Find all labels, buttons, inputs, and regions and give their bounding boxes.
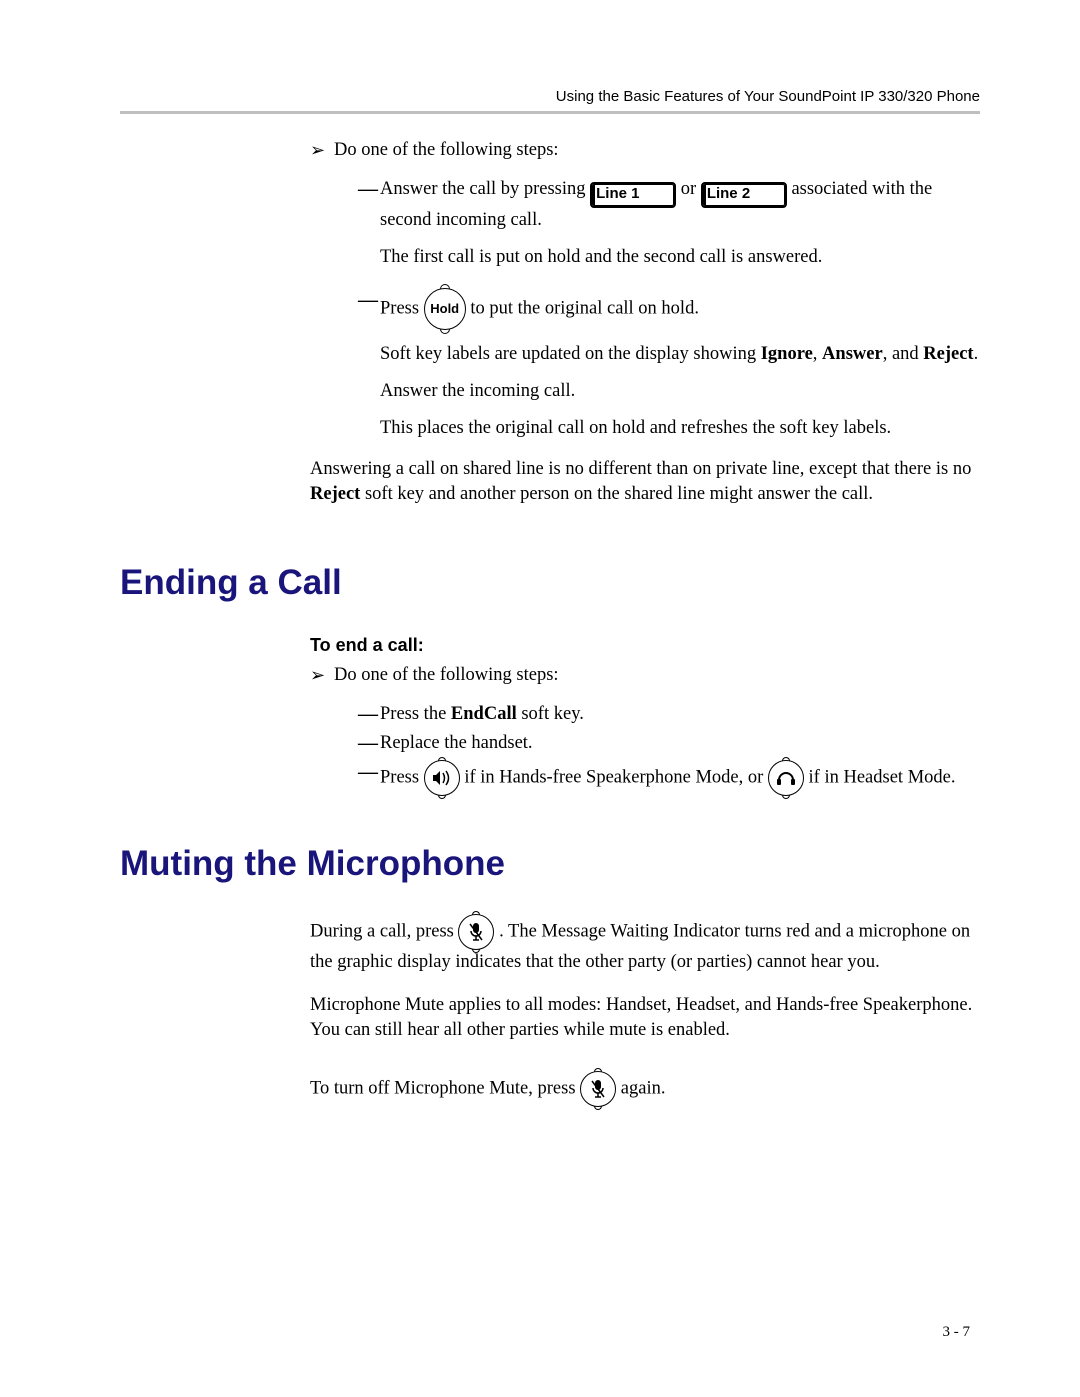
step-intro: Do one of the following steps:	[334, 138, 980, 163]
opt1-prefix: Press the	[380, 704, 451, 724]
opt3-prefix: Press	[380, 767, 424, 787]
hold-button-icon: Hold	[424, 288, 466, 330]
shared-line-p1: Answering a call on shared line is no di…	[310, 459, 971, 479]
step-row: ➢ Do one of the following steps:	[310, 663, 980, 688]
answer-prefix: Answer the call by pressing	[380, 179, 590, 199]
answer-label: Answer	[822, 344, 883, 364]
dash-icon: —	[358, 177, 380, 233]
or-word: or	[681, 179, 701, 199]
endcall-label: EndCall	[451, 704, 517, 724]
chevron-icon: ➢	[310, 138, 334, 163]
places-hold: This places the original call on hold an…	[380, 416, 980, 441]
chevron-icon: ➢	[310, 663, 334, 688]
opt3-suffix: if in Headset Mode.	[809, 767, 956, 787]
press-word: Press	[380, 298, 424, 318]
option-text: Press if in Hands-free Speakerphone Mode…	[380, 760, 980, 796]
ignore-label: Ignore	[761, 344, 813, 364]
first-call-hold: The first call is put on hold and the se…	[380, 245, 980, 270]
muting-p3: To turn off Microphone Mute, press again…	[310, 1071, 980, 1107]
softkey-update: Soft key labels are updated on the displ…	[380, 342, 980, 367]
muting-p1: During a call, press . The Message Waiti…	[310, 914, 980, 975]
option-row: — Press Hold to put the original call on…	[358, 288, 980, 330]
period: .	[974, 344, 979, 364]
mute-icon	[458, 914, 494, 950]
option-row: — Press the EndCall soft key.	[358, 702, 980, 727]
option-row: — Answer the call by pressing Line 1 or …	[358, 177, 980, 233]
option-text: Answer the call by pressing Line 1 or Li…	[380, 177, 980, 233]
reject-label-2: Reject	[310, 484, 360, 504]
step-row: ➢ Do one of the following steps:	[310, 138, 980, 163]
muting-p2: Microphone Mute applies to all modes: Ha…	[310, 993, 980, 1043]
opt3-mid: if in Hands-free Speakerphone Mode, or	[464, 767, 768, 787]
dash-icon: —	[358, 760, 380, 796]
option-text: Press the EndCall soft key.	[380, 702, 980, 727]
shared-line-p2: soft key and another person on the share…	[360, 484, 873, 504]
heading-muting: Muting the Microphone	[120, 844, 980, 884]
and-word: , and	[883, 344, 924, 364]
line1-key-icon: Line 1	[590, 182, 676, 208]
line2-key-icon: Line 2	[701, 182, 787, 208]
reject-label: Reject	[923, 344, 973, 364]
header-rule	[120, 111, 980, 114]
option-row: — Replace the handset.	[358, 731, 980, 756]
opt1-suffix: soft key.	[517, 704, 584, 724]
subhead-end-call: To end a call:	[310, 633, 980, 657]
muting-p3-suffix: again.	[621, 1078, 666, 1098]
speakerphone-icon	[424, 760, 460, 796]
page-header: Using the Basic Features of Your SoundPo…	[120, 88, 980, 105]
dash-icon: —	[358, 702, 380, 727]
mute-icon	[580, 1071, 616, 1107]
option-text: Replace the handset.	[380, 731, 980, 756]
shared-line-note: Answering a call on shared line is no di…	[310, 457, 980, 507]
headset-icon	[768, 760, 804, 796]
step-intro: Do one of the following steps:	[334, 663, 980, 688]
muting-p3-prefix: To turn off Microphone Mute, press	[310, 1078, 580, 1098]
answer-incoming: Answer the incoming call.	[380, 379, 980, 404]
hold-suffix: to put the original call on hold.	[470, 298, 699, 318]
dash-icon: —	[358, 288, 380, 330]
muting-p1-prefix: During a call, press	[310, 921, 458, 941]
option-text: Press Hold to put the original call on h…	[380, 288, 980, 330]
dash-icon: —	[358, 731, 380, 756]
option-row: — Press if in Hands-free Speakerphone Mo…	[358, 760, 980, 796]
page-number: 3 - 7	[943, 1324, 971, 1341]
comma: ,	[813, 344, 822, 364]
heading-ending-call: Ending a Call	[120, 563, 980, 603]
softkey-prefix: Soft key labels are updated on the displ…	[380, 344, 761, 364]
